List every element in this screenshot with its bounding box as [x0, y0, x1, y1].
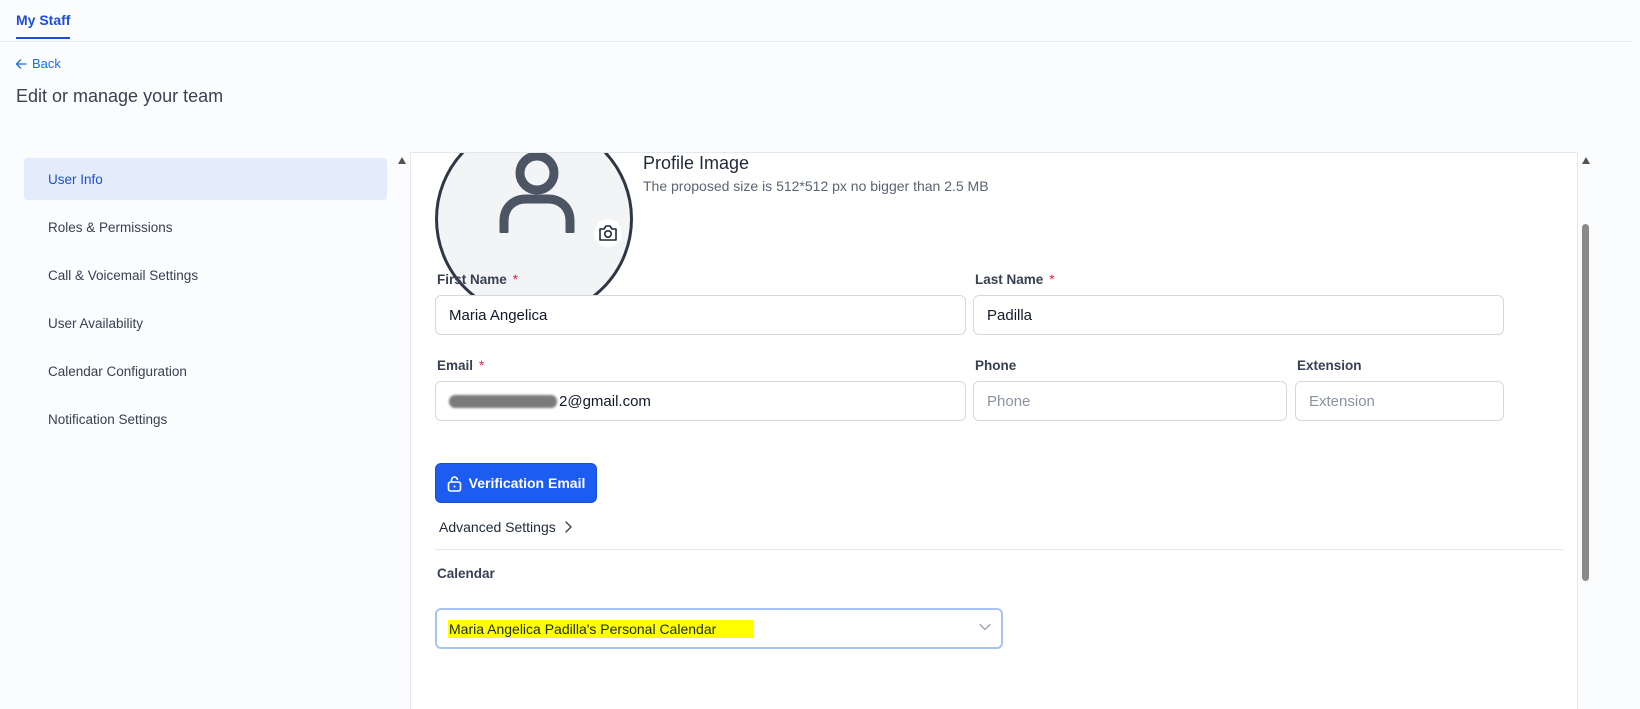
scrollbar-thumb[interactable] [1582, 224, 1589, 581]
email-label: Email * [437, 358, 485, 373]
settings-sidebar: User Info Roles & Permissions Call & Voi… [24, 158, 387, 446]
profile-image-hint: The proposed size is 512*512 px no bigge… [643, 178, 989, 194]
user-info-panel: Profile Image The proposed size is 512*5… [410, 152, 1578, 709]
required-mark: * [479, 358, 485, 373]
avatar[interactable] [435, 153, 633, 318]
back-label: Back [32, 56, 61, 71]
extension-label: Extension [1297, 358, 1362, 373]
calendar-select-value: Maria Angelica Padilla's Personal Calend… [448, 619, 755, 638]
advanced-settings-label: Advanced Settings [439, 519, 556, 535]
calendar-label: Calendar [437, 566, 495, 581]
required-mark: * [1049, 272, 1055, 287]
extension-field[interactable]: Extension [1295, 381, 1504, 421]
required-mark: * [512, 272, 519, 287]
top-nav: My Staff [0, 0, 1632, 42]
profile-image-title: Profile Image [643, 153, 750, 173]
sidebar-item-label: User Info [48, 171, 103, 187]
chevron-down-icon [979, 623, 991, 631]
sidebar-item-label: Call & Voicemail Settings [48, 267, 199, 283]
phone-field[interactable]: Phone [973, 381, 1287, 421]
sidebar-item-roles-permissions[interactable]: Roles & Permissions [24, 206, 387, 248]
last-name-field[interactable]: Padilla [973, 295, 1504, 335]
sidebar-item-notification-settings[interactable]: Notification Settings [24, 398, 387, 440]
sidebar-item-user-availability[interactable]: User Availability [24, 302, 387, 344]
back-link[interactable]: Back [15, 56, 61, 71]
verification-email-label: Verification Email [468, 475, 586, 491]
sidebar-item-label: Roles & Permissions [48, 219, 173, 235]
sidebar-item-label: Notification Settings [48, 411, 168, 427]
last-name-label: Last Name * [975, 272, 1055, 287]
sidebar-item-label: User Availability [48, 315, 144, 331]
advanced-settings-toggle[interactable]: Advanced Settings [439, 519, 572, 535]
phone-label: Phone [975, 358, 1017, 373]
lock-icon [447, 475, 461, 492]
section-divider [435, 549, 1563, 550]
page-title: Edit or manage your team [16, 86, 224, 106]
first-name-field[interactable]: Maria Angelica [435, 295, 966, 335]
calendar-select[interactable]: Maria Angelica Padilla's Personal Calend… [435, 608, 1003, 649]
scroll-up-arrow-right[interactable] [1582, 157, 1590, 164]
sidebar-item-calendar-configuration[interactable]: Calendar Configuration [24, 350, 387, 392]
verification-email-button[interactable]: Verification Email [435, 463, 597, 503]
chevron-right-icon [565, 521, 572, 533]
sidebar-item-call-voicemail[interactable]: Call & Voicemail Settings [24, 254, 387, 296]
camera-icon[interactable] [594, 219, 622, 247]
sidebar-item-user-info[interactable]: User Info [24, 158, 387, 200]
first-name-label: First Name * [437, 272, 519, 287]
user-placeholder-icon [499, 153, 575, 233]
scroll-up-arrow-left[interactable] [398, 157, 406, 164]
tab-my-staff[interactable]: My Staff [16, 12, 71, 39]
sidebar-item-label: Calendar Configuration [48, 363, 187, 379]
redaction-mark [449, 394, 557, 408]
arrow-left-icon [15, 58, 27, 69]
email-field[interactable]: 2@gmail.com [435, 381, 966, 421]
